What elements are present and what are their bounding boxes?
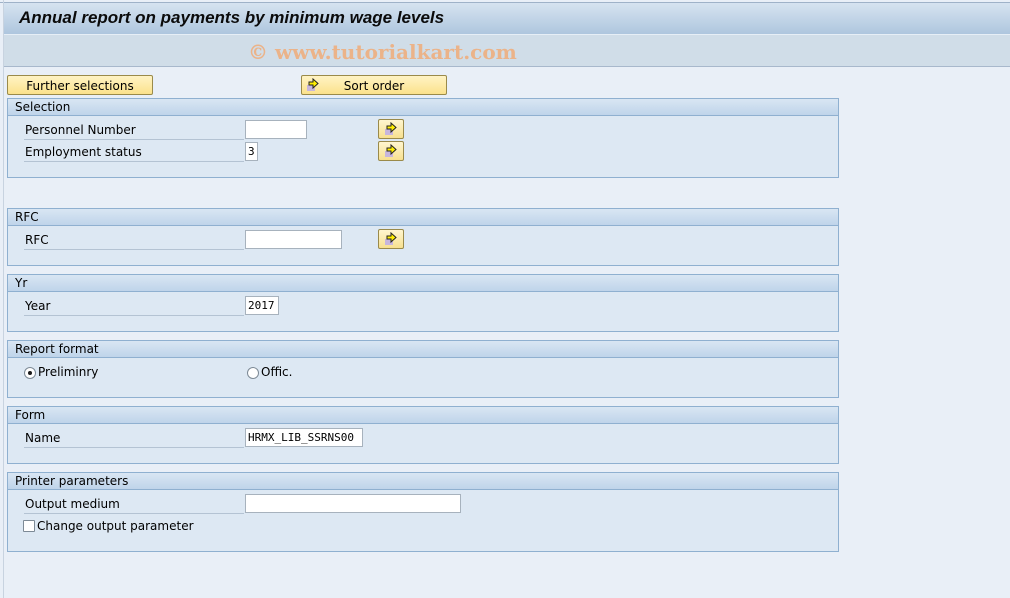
printer-parameters-group: Printer parameters Output medium Change …	[7, 472, 839, 552]
official-radio-label[interactable]: Offic.	[261, 365, 292, 379]
change-output-parameter-label[interactable]: Change output parameter	[37, 519, 194, 533]
rfc-group: RFC RFC	[7, 208, 839, 266]
form-name-input[interactable]: HRMX_LIB_SSRNS00	[245, 428, 363, 447]
watermark: © www.tutorialkart.com	[248, 40, 517, 64]
rfc-group-title: RFC	[8, 209, 838, 226]
rfc-label-text: RFC	[25, 233, 49, 247]
form-group-title: Form	[8, 407, 838, 424]
application-toolbar: © www.tutorialkart.com	[4, 35, 1010, 67]
rfc-multiple-selection-button[interactable]	[378, 229, 404, 249]
title-bar: Annual report on payments by minimum wag…	[4, 3, 1010, 35]
output-medium-label-text: Output medium	[25, 497, 120, 511]
personnel-number-label-text: Personnel Number	[25, 123, 136, 137]
employment-status-label: Employment status	[24, 143, 244, 162]
rfc-input[interactable]	[245, 230, 342, 249]
form-name-label: Name	[24, 429, 244, 448]
arrow-right-icon	[385, 144, 397, 157]
sort-order-label: Sort order	[343, 79, 405, 93]
form-group: Form Name HRMX_LIB_SSRNS00	[7, 406, 839, 464]
employment-status-label-text: Employment status	[25, 145, 142, 159]
personnel-number-input[interactable]	[245, 120, 307, 139]
change-output-parameter-checkbox[interactable]	[23, 520, 35, 532]
sort-order-button[interactable]: Sort order	[301, 75, 447, 95]
printer-parameters-group-title: Printer parameters	[8, 473, 838, 490]
page-title: Annual report on payments by minimum wag…	[19, 8, 445, 27]
preliminary-radio[interactable]	[24, 367, 36, 379]
report-format-group: Report format Preliminry Offic.	[7, 340, 839, 398]
arrow-right-icon	[385, 122, 397, 135]
arrow-right-icon	[307, 78, 319, 91]
year-group: Yr Year 2017	[7, 274, 839, 332]
report-format-group-title: Report format	[8, 341, 838, 358]
official-radio[interactable]	[247, 367, 259, 379]
personnel-number-label: Personnel Number	[24, 121, 244, 140]
employment-status-input[interactable]: 3	[245, 142, 258, 161]
output-medium-input[interactable]	[245, 494, 461, 513]
personnel-number-multiple-selection-button[interactable]	[378, 119, 404, 139]
further-selections-button[interactable]: Further selections	[7, 75, 153, 95]
year-label: Year	[24, 297, 244, 316]
year-label-text: Year	[25, 299, 51, 313]
output-medium-label: Output medium	[24, 495, 244, 514]
selection-group-title: Selection	[8, 99, 838, 116]
selection-group: Selection Personnel Number Employment st…	[7, 98, 839, 178]
preliminary-radio-label[interactable]: Preliminry	[38, 365, 98, 379]
further-selections-label: Further selections	[26, 79, 134, 93]
rfc-label: RFC	[24, 231, 244, 250]
year-group-title: Yr	[8, 275, 838, 292]
window-left-border	[3, 0, 4, 598]
employment-status-multiple-selection-button[interactable]	[378, 141, 404, 161]
year-input[interactable]: 2017	[245, 296, 279, 315]
form-name-label-text: Name	[25, 431, 61, 445]
arrow-right-icon	[385, 232, 397, 245]
